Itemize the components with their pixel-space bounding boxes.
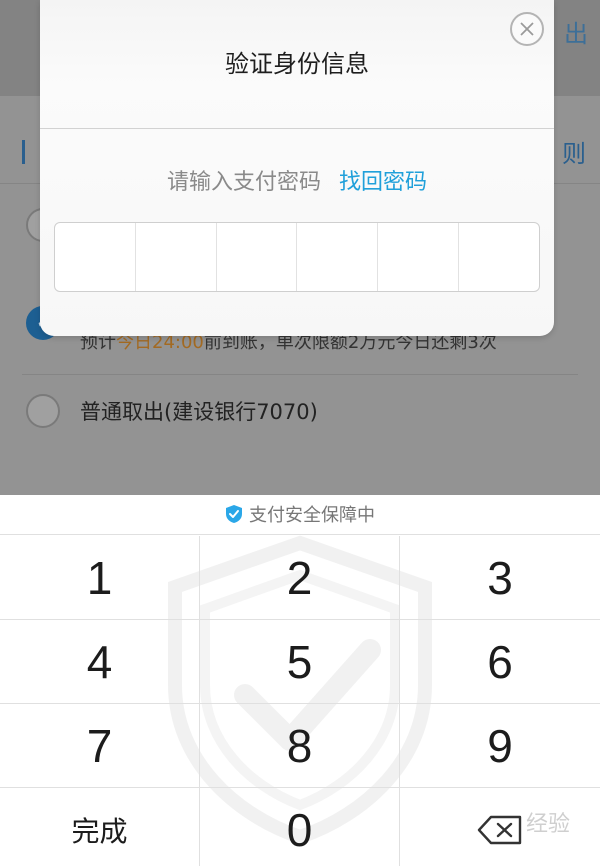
option-normal-label: 普通取出(建设银行7070) <box>80 400 318 424</box>
key-9[interactable]: 9 <box>400 704 600 788</box>
delete-button[interactable] <box>400 788 600 866</box>
forgot-password-link[interactable]: 找回密码 <box>339 170 427 195</box>
background-tab-indicator <box>22 140 25 164</box>
security-note-text: 支付安全保障中 <box>249 505 375 526</box>
key-4[interactable]: 4 <box>0 620 200 704</box>
close-button[interactable] <box>510 12 544 46</box>
key-3[interactable]: 3 <box>400 536 600 620</box>
key-1[interactable]: 1 <box>0 536 200 620</box>
shield-check-icon <box>226 505 242 523</box>
prompt-text: 请输入支付密码 <box>166 170 321 195</box>
option-divider <box>22 374 578 375</box>
pin-input[interactable] <box>54 222 540 292</box>
pin-cell[interactable] <box>136 223 217 291</box>
modal-title: 验证身份信息 <box>225 50 369 78</box>
pin-cell[interactable] <box>217 223 298 291</box>
watermark-text: 经验 <box>525 812 570 837</box>
key-0[interactable]: 0 <box>200 788 400 866</box>
prompt-row: 请输入支付密码 找回密码 <box>40 164 554 196</box>
done-button[interactable]: 完成 <box>0 788 200 866</box>
key-8[interactable]: 8 <box>200 704 400 788</box>
option-normal-radio <box>26 394 60 428</box>
screen: 出 则 预计今日24:00前到账，单次限额2万元今日还剩3次 普通取出(建设银行… <box>0 0 600 866</box>
backspace-icon <box>477 815 522 845</box>
key-5[interactable]: 5 <box>200 620 400 704</box>
pin-cell[interactable] <box>459 223 539 291</box>
key-2[interactable]: 2 <box>200 536 400 620</box>
modal-divider <box>40 128 554 129</box>
verify-identity-modal: 验证身份信息 请输入支付密码 找回密码 <box>40 0 554 336</box>
pin-cell[interactable] <box>378 223 460 291</box>
key-6[interactable]: 6 <box>400 620 600 704</box>
background-header-action: 出 <box>564 20 588 48</box>
pin-cell[interactable] <box>55 223 136 291</box>
pin-cell[interactable] <box>297 223 379 291</box>
key-7[interactable]: 7 <box>0 704 200 788</box>
close-icon <box>520 22 534 36</box>
background-tab-right: 则 <box>562 140 586 168</box>
secure-keyboard: 支付安全保障中 1 2 3 4 5 6 7 8 9 完成 0 经验 <box>0 495 600 866</box>
security-note: 支付安全保障中 <box>0 495 600 535</box>
